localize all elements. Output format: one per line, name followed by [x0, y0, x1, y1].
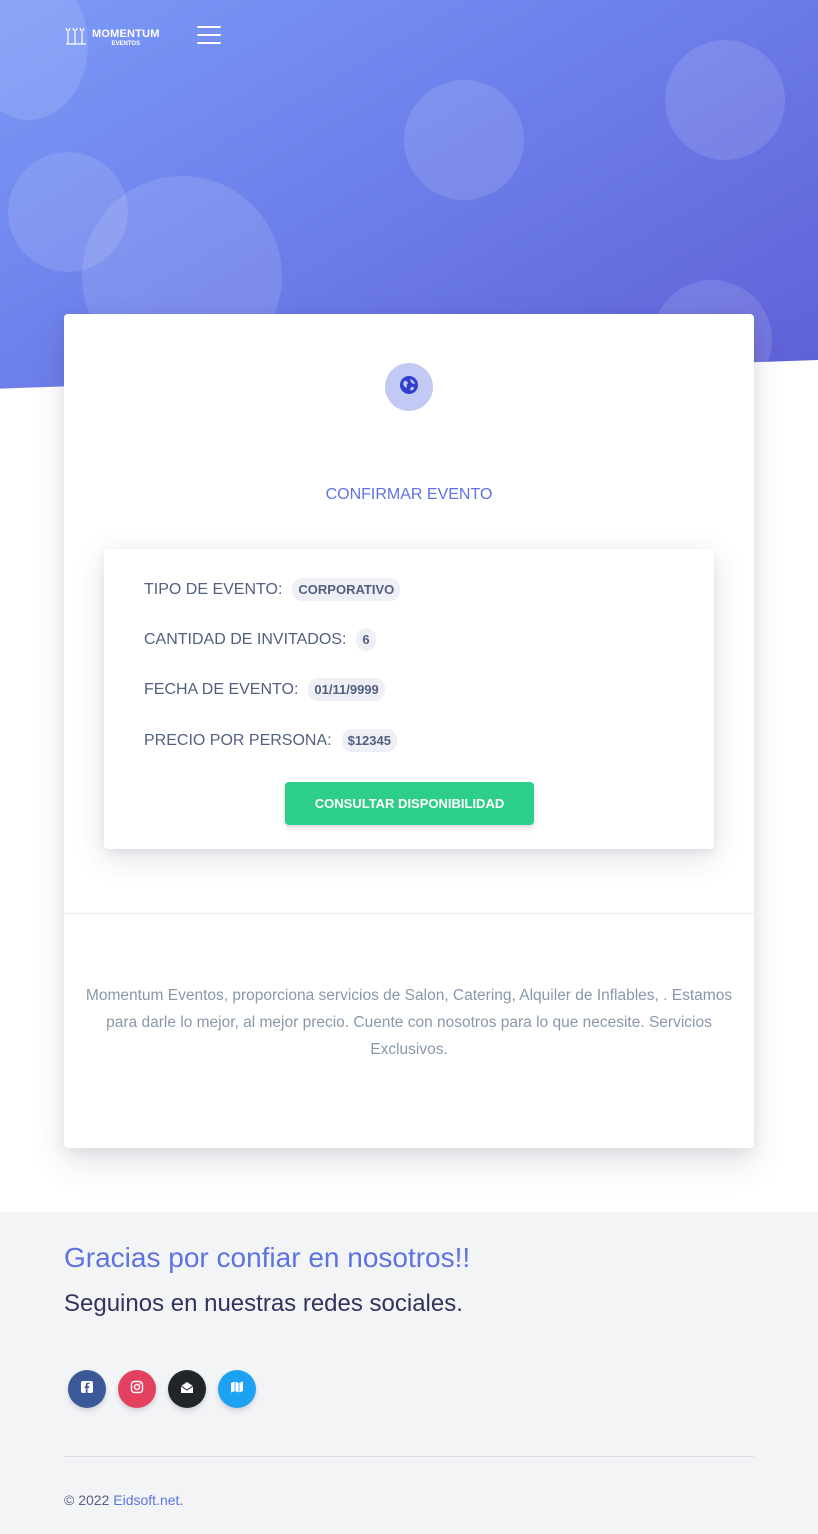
event-details-panel: TIPO DE EVENTO: CORPORATIVO CANTIDAD DE … — [104, 549, 714, 849]
brand-logo[interactable]: MOMENTUM EVENTOS — [64, 24, 160, 53]
brand-name: MOMENTUM — [92, 28, 160, 40]
detail-value-badge: 6 — [356, 628, 376, 651]
brand-subtitle: EVENTOS — [111, 41, 141, 47]
hamburger-line — [197, 26, 221, 28]
detail-row-guest-count: CANTIDAD DE INVITADOS: 6 — [144, 628, 376, 651]
hamburger-line — [197, 34, 221, 36]
facebook-icon — [80, 1380, 94, 1399]
detail-value-badge: 01/11/9999 — [308, 678, 385, 701]
check-availability-button[interactable]: CONSULTAR DISPONIBILIDAD — [285, 782, 534, 825]
detail-label: TIPO DE EVENTO: — [144, 580, 283, 598]
copyright-prefix: © 2022 — [64, 1492, 110, 1508]
decorative-circle — [0, 0, 88, 120]
eidsoft-link[interactable]: Eidsoft.net — [113, 1492, 179, 1508]
envelope-open-icon — [180, 1380, 194, 1399]
detail-row-event-type: TIPO DE EVENTO: CORPORATIVO — [144, 578, 401, 601]
brand-text: MOMENTUM EVENTOS — [92, 29, 160, 48]
detail-value-badge: $12345 — [341, 729, 397, 752]
wine-glasses-icon — [64, 24, 88, 53]
decorative-circle — [665, 40, 785, 160]
map-button[interactable] — [218, 1370, 256, 1408]
globe-icon — [399, 375, 419, 400]
icon-badge — [385, 363, 433, 411]
detail-label: CANTIDAD DE INVITADOS: — [144, 630, 347, 648]
instagram-icon — [130, 1380, 144, 1399]
menu-toggle-button[interactable] — [196, 24, 222, 46]
confirm-event-card: CONFIRMAR EVENTO TIPO DE EVENTO: CORPORA… — [64, 314, 754, 1148]
decorative-circle — [404, 80, 524, 200]
navbar: MOMENTUM EVENTOS — [64, 22, 764, 52]
detail-value-badge: CORPORATIVO — [292, 578, 401, 601]
facebook-button[interactable] — [68, 1370, 106, 1408]
detail-row-event-date: FECHA DE EVENTO: 01/11/9999 — [144, 678, 385, 701]
detail-label: FECHA DE EVENTO: — [144, 680, 299, 698]
footer: Gracias por confiar en nosotros!! Seguin… — [0, 1212, 818, 1534]
map-icon — [230, 1380, 244, 1399]
copyright: © 2022 Eidsoft.net. — [64, 1492, 183, 1508]
hamburger-line — [197, 42, 221, 44]
card-divider — [64, 913, 754, 914]
email-button[interactable] — [168, 1370, 206, 1408]
instagram-button[interactable] — [118, 1370, 156, 1408]
company-description: Momentum Eventos, proporciona servicios … — [85, 987, 733, 1058]
thanks-heading: Gracias por confiar en nosotros!! — [64, 1242, 471, 1273]
detail-row-price-per-person: PRECIO POR PERSONA: $12345 — [144, 729, 397, 752]
copyright-suffix: . — [179, 1492, 184, 1508]
detail-label: PRECIO POR PERSONA: — [144, 731, 332, 749]
footer-divider — [64, 1456, 754, 1457]
follow-subheading: Seguinos en nuestras redes sociales. — [64, 1290, 463, 1317]
card-title: CONFIRMAR EVENTO — [325, 486, 493, 503]
